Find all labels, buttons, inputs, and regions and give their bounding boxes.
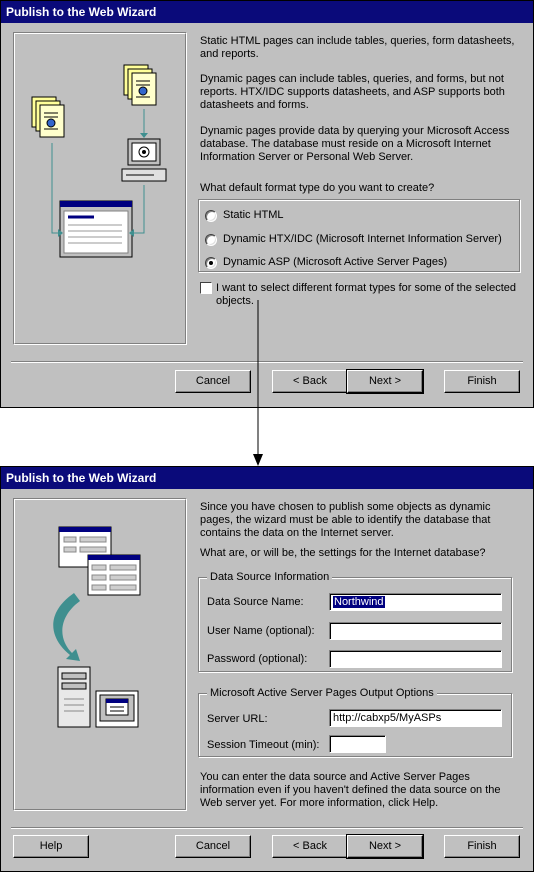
info-paragraph-3: Dynamic pages provide data by querying y… — [200, 125, 510, 163]
finish-button[interactable]: Finish — [444, 370, 520, 393]
title-bar: Publish to the Web Wizard — [1, 1, 533, 23]
server-url-label: Server URL: — [207, 713, 268, 725]
database-illustration — [53, 526, 141, 728]
illustration-panel — [13, 32, 187, 345]
curved-arrow-icon — [53, 593, 80, 661]
browser-window-icon — [59, 200, 133, 258]
forms-icon — [58, 526, 141, 596]
button-separator — [11, 827, 523, 829]
data-source-name-value: Northwind — [333, 596, 385, 608]
arrow-head-right — [129, 229, 134, 237]
option-label-static-html[interactable]: Static HTML — [223, 209, 284, 222]
cancel-button[interactable]: Cancel — [175, 835, 251, 858]
dialog-title: Publish to the Web Wizard — [6, 5, 157, 19]
session-timeout-input[interactable] — [329, 735, 386, 753]
user-name-label: User Name (optional): — [207, 625, 315, 637]
data-source-name-label: Data Source Name: — [207, 596, 304, 608]
connector-arrow — [253, 300, 263, 466]
asp-options-group-label: Microsoft Active Server Pages Output Opt… — [207, 687, 437, 700]
session-timeout-label: Session Timeout (min): — [207, 739, 320, 751]
option-label-dynamic-htx-idc[interactable]: Dynamic HTX/IDC (Microsoft Internet Info… — [223, 233, 502, 246]
data-source-name-input[interactable]: Northwind — [329, 593, 502, 611]
password-label: Password (optional): — [207, 653, 308, 665]
server-url-input[interactable]: http://cabxp5/MyASPs — [329, 709, 502, 727]
help-button[interactable]: Help — [13, 835, 89, 858]
format-question: What default format type do you want to … — [200, 182, 435, 194]
static-html-pages-icon — [31, 96, 65, 138]
back-button[interactable]: < Back — [272, 835, 348, 858]
wizard-dialog-format: Publish to the Web Wizard Static HTML pa… — [0, 0, 534, 408]
web-server-icon — [121, 138, 167, 182]
different-formats-checkbox[interactable] — [200, 282, 212, 294]
radio-dynamic-asp[interactable] — [205, 257, 217, 269]
radio-static-html[interactable] — [205, 210, 217, 222]
intro-text: Since you have chosen to publish some ob… — [200, 501, 491, 539]
dialog-title: Publish to the Web Wizard — [6, 471, 157, 485]
radio-dynamic-htx-idc[interactable] — [205, 234, 217, 246]
next-button[interactable]: Next > — [346, 369, 424, 394]
illustration-panel — [13, 498, 187, 811]
flow-arrows — [51, 109, 145, 234]
password-input[interactable] — [329, 650, 502, 668]
settings-question: What are, or will be, the settings for t… — [200, 547, 486, 559]
format-illustration — [31, 64, 167, 258]
button-separator — [11, 361, 523, 363]
info-paragraph-2: Dynamic pages can include tables, querie… — [200, 73, 505, 111]
finish-button[interactable]: Finish — [444, 835, 520, 858]
dynamic-pages-icon — [123, 64, 157, 106]
wizard-dialog-database: Publish to the Web Wizard Since you have… — [0, 466, 534, 872]
option-label-dynamic-asp[interactable]: Dynamic ASP (Microsoft Active Server Pag… — [223, 256, 447, 269]
cancel-button[interactable]: Cancel — [175, 370, 251, 393]
arrow-head-down — [140, 133, 148, 138]
data-source-group-label: Data Source Information — [207, 571, 333, 584]
database-monitor-icon — [95, 690, 139, 728]
arrow-head-left — [58, 229, 63, 237]
next-button[interactable]: Next > — [346, 834, 424, 859]
server-tower-icon — [57, 666, 91, 728]
footer-help-text: You can enter the data source and Active… — [200, 771, 501, 809]
title-bar: Publish to the Web Wizard — [1, 467, 533, 489]
user-name-input[interactable] — [329, 622, 502, 640]
info-paragraph-1: Static HTML pages can include tables, qu… — [200, 35, 515, 60]
back-button[interactable]: < Back — [272, 370, 348, 393]
